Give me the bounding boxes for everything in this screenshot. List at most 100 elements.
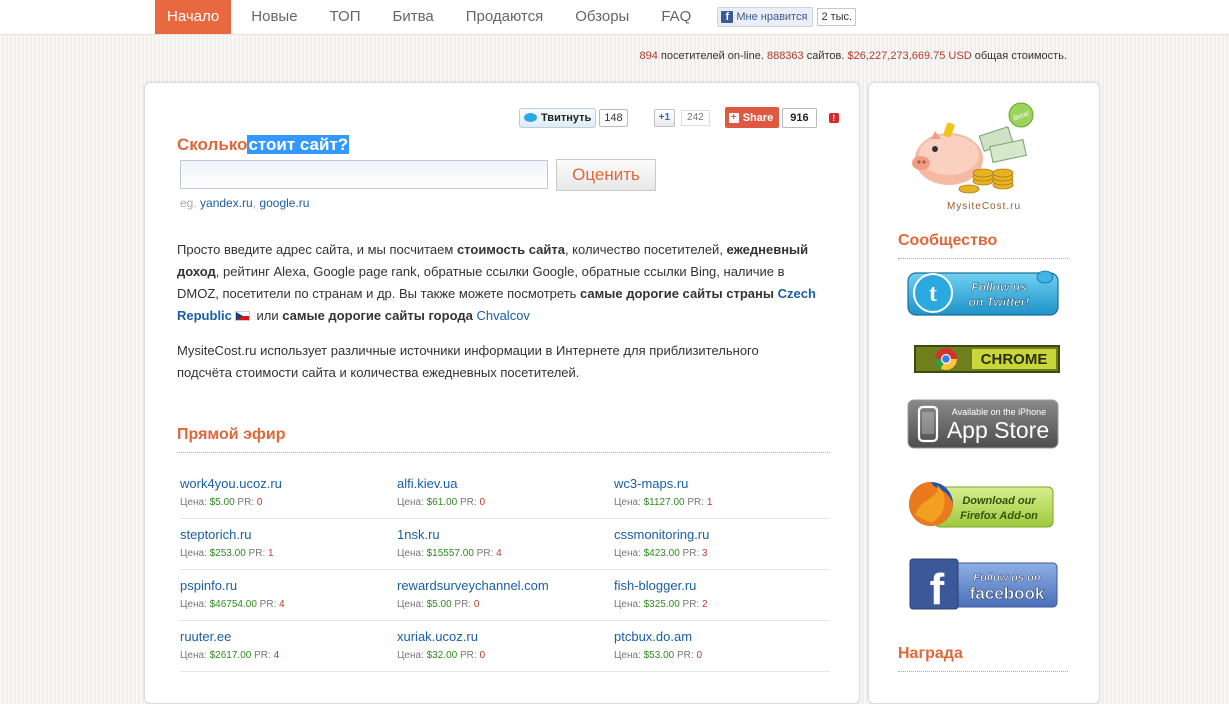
live-feed-site-link[interactable]: alfi.kiev.ua: [397, 476, 614, 492]
live-feed-meta: Цена: $2617.00 PR: 4: [180, 650, 397, 662]
visitors-online-count: 894: [639, 50, 658, 62]
app-store-big-text: App Store: [947, 417, 1049, 443]
price-label: Цена:: [180, 599, 207, 610]
live-feed-title: Прямой эфир: [177, 426, 286, 443]
facebook-line-2: facebook: [970, 584, 1045, 603]
pr-label: PR:: [476, 548, 494, 559]
live-feed-site-link[interactable]: pspinfo.ru: [180, 578, 397, 594]
firefox-addon-badge[interactable]: Download our Firefox Add-on: [907, 477, 1059, 531]
price-label: Цена:: [397, 650, 424, 661]
twitter-bird-icon: [524, 113, 537, 122]
pr-value: 4: [496, 548, 502, 559]
share-label: Share: [742, 111, 774, 124]
facebook-like-count: 2 тыс.: [817, 8, 857, 26]
live-feed-item: fish-blogger.ru Цена: $325.00 PR: 2: [614, 570, 830, 621]
facebook-follow-badge[interactable]: f Follow us on facebook: [907, 557, 1059, 611]
logo-text: MysiteCost.ru: [946, 201, 1022, 212]
city-link[interactable]: Chvalcov: [476, 308, 529, 323]
live-feed-meta: Цена: $1127.00 PR: 1: [614, 497, 830, 509]
pr-value: 0: [479, 497, 485, 508]
price-value: $15557.00: [426, 548, 474, 559]
firefox-line-2: Firefox Add-on: [960, 510, 1038, 522]
price-value: $2617.00: [209, 650, 252, 661]
google-plus-count: 242: [681, 109, 710, 126]
facebook-like-widget: f Мне нравится 2 тыс.: [717, 7, 857, 27]
live-feed-meta: Цена: $423.00 PR: 3: [614, 548, 830, 560]
live-feed-item: 1nsk.ru Цена: $15557.00 PR: 4: [397, 519, 614, 570]
price-label: Цена:: [180, 548, 207, 559]
live-feed-site-link[interactable]: ptcbux.do.am: [614, 629, 830, 645]
share-button[interactable]: + Share: [724, 107, 780, 128]
pr-label: PR:: [248, 548, 266, 559]
intro-text-1: Просто введите адрес сайта, и мы посчита…: [177, 242, 457, 257]
examples: eg. yandex.ru, google.ru: [180, 196, 309, 210]
facebook-line-1: Follow us on: [973, 572, 1040, 584]
sidebar: Beta! MysiteCost.ru Сообщество t Follow …: [868, 82, 1100, 704]
pr-value: 1: [268, 548, 274, 559]
live-feed-site-link[interactable]: cssmonitoring.ru: [614, 527, 830, 543]
price-value: $5.00: [209, 497, 235, 508]
total-value: $26,227,273,669.75 USD: [847, 50, 972, 62]
award-divider: [898, 671, 1068, 672]
live-feed-site-link[interactable]: wc3-maps.ru: [614, 476, 830, 492]
example-link-google[interactable]: google.ru: [259, 196, 309, 210]
live-feed-site-link[interactable]: work4you.ucoz.ru: [180, 476, 397, 492]
sources-paragraph: MysiteCost.ru использует различные источ…: [177, 343, 759, 380]
live-feed-meta: Цена: $325.00 PR: 2: [614, 599, 830, 611]
price-value: $1127.00: [643, 497, 685, 508]
live-feed-site-link[interactable]: fish-blogger.ru: [614, 578, 830, 594]
nav-reviews[interactable]: Обзоры: [563, 0, 641, 34]
share-count: 916: [782, 107, 817, 128]
nav-battle[interactable]: Битва: [380, 0, 445, 34]
live-feed-site-link[interactable]: xuriak.ucoz.ru: [397, 629, 614, 645]
live-feed-meta: Цена: $46754.00 PR: 4: [180, 599, 397, 611]
price-label: Цена:: [614, 497, 641, 508]
pr-label: PR:: [676, 650, 694, 661]
intro-text-2: , количество посетителей,: [564, 242, 727, 257]
live-feed-meta: Цена: $5.00 PR: 0: [180, 497, 397, 509]
price-label: Цена:: [614, 548, 641, 559]
piggy-bank-logo[interactable]: Beta!: [911, 101, 1037, 201]
nav-home[interactable]: Начало: [155, 0, 232, 34]
app-store-badge[interactable]: Available on the iPhone App Store: [907, 399, 1059, 449]
google-plus-button[interactable]: +1: [653, 108, 676, 127]
live-feed-item: alfi.kiev.ua Цена: $61.00 PR: 0: [397, 468, 614, 519]
price-label: Цена:: [397, 548, 424, 559]
nav-new[interactable]: Новые: [239, 0, 309, 34]
price-label: Цена:: [397, 599, 424, 610]
twitter-follow-badge[interactable]: t Follow us on Twitter!: [907, 269, 1059, 319]
tweet-button[interactable]: Твитнуть: [519, 107, 597, 128]
nav-faq[interactable]: FAQ: [649, 0, 703, 34]
total-value-label: общая стоимость.: [974, 50, 1067, 62]
pr-value: 0: [479, 650, 485, 661]
czech-flag-icon: [234, 311, 250, 321]
example-link-yandex[interactable]: yandex.ru: [200, 196, 253, 210]
main-nav: Начало Новые ТОП Битва Продаются Обзоры …: [155, 0, 857, 34]
price-value: $423.00: [643, 548, 680, 559]
chrome-extension-badge[interactable]: CHROME: [911, 345, 1063, 373]
evaluate-button[interactable]: Оценить: [556, 159, 656, 191]
live-feed-item: ptcbux.do.am Цена: $53.00 PR: 0: [614, 621, 830, 672]
tweet-count: 148: [599, 108, 628, 127]
pr-label: PR:: [254, 650, 271, 661]
app-store-small-text: Available on the iPhone: [952, 407, 1046, 417]
live-feed-site-link[interactable]: ruuter.ee: [180, 629, 397, 645]
live-feed-site-link[interactable]: steptorich.ru: [180, 527, 397, 543]
live-feed-site-link[interactable]: 1nsk.ru: [397, 527, 614, 543]
price-value: $61.00: [426, 497, 458, 508]
visitors-online-label: посетителей on-line.: [660, 50, 764, 62]
facebook-like-button[interactable]: f Мне нравится: [717, 7, 814, 27]
pr-label: PR:: [687, 497, 705, 508]
intro-bold-site-cost: стоимость сайта: [456, 242, 565, 257]
live-feed-meta: Цена: $61.00 PR: 0: [397, 497, 614, 509]
live-feed-site-link[interactable]: rewardsurveychannel.com: [397, 578, 614, 594]
pr-value: 2: [702, 599, 708, 610]
report-icon[interactable]: !: [828, 112, 839, 123]
community-title: Сообщество: [898, 232, 998, 249]
pr-label: PR:: [259, 599, 277, 610]
nav-top[interactable]: ТОП: [318, 0, 373, 34]
site-url-input[interactable]: [180, 160, 548, 189]
firefox-line-1: Download our: [962, 495, 1036, 507]
nav-for-sale[interactable]: Продаются: [454, 0, 555, 34]
pr-label: PR:: [682, 548, 700, 559]
